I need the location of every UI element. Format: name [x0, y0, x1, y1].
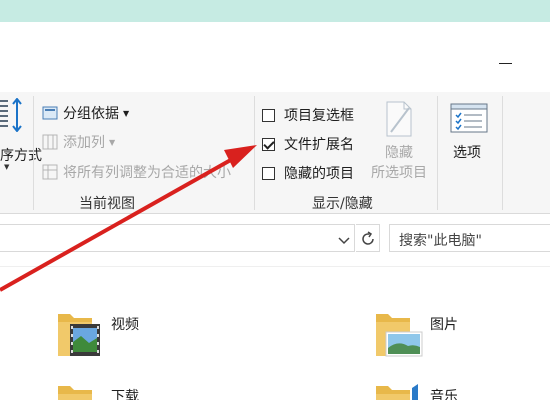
search-placeholder: 搜索"此电脑": [399, 233, 482, 249]
music-folder-icon[interactable]: [374, 380, 424, 400]
show-hide-group-label: 显示/隐藏: [312, 196, 373, 212]
item-checkboxes-toggle[interactable]: 项目复选框: [262, 105, 354, 125]
pictures-folder-icon[interactable]: [374, 308, 424, 358]
sort-by-icon[interactable]: [0, 98, 22, 132]
group-separator: [33, 96, 34, 210]
ribbon-view-tab: 序方式 ▼ 分组依据 ▼ 添加列 ▼ 将所有列调整为合适的大小 当前视图 项目复…: [0, 92, 550, 214]
refresh-icon: [362, 231, 374, 245]
downloads-folder-icon[interactable]: [56, 380, 96, 400]
content-divider: [0, 266, 550, 267]
hide-selected-button[interactable]: 隐藏 所选项目: [368, 143, 430, 183]
hide-selected-label-line1: 隐藏: [385, 145, 413, 161]
add-columns-button[interactable]: 添加列 ▼: [42, 132, 115, 152]
hidden-items-label: 隐藏的项目: [284, 166, 354, 182]
group-by-label: 分组依据: [63, 106, 119, 122]
title-bar-strip: [0, 0, 550, 22]
current-view-group-label: 当前视图: [79, 196, 135, 212]
add-columns-label: 添加列: [63, 135, 105, 151]
item-checkboxes-checkbox[interactable]: [262, 108, 275, 122]
chevron-down-icon: ▼: [109, 137, 116, 147]
chevron-down-icon[interactable]: [338, 234, 350, 246]
group-separator: [502, 96, 503, 210]
hidden-items-checkbox[interactable]: [262, 166, 275, 180]
search-input[interactable]: 搜索"此电脑": [389, 224, 550, 252]
folder-label-music[interactable]: 音乐: [430, 386, 458, 400]
item-checkboxes-label: 项目复选框: [284, 108, 354, 124]
hide-selected-icon: [386, 101, 412, 137]
refresh-button[interactable]: [356, 224, 380, 252]
fit-columns-button[interactable]: 将所有列调整为合适的大小: [42, 162, 231, 182]
folder-label-videos[interactable]: 视频: [111, 314, 139, 334]
hide-selected-label-line2: 所选项目: [371, 165, 427, 181]
chevron-down-icon: ▼: [123, 108, 130, 118]
folder-label-downloads[interactable]: 下载: [111, 386, 139, 400]
minimize-icon[interactable]: [499, 63, 512, 64]
sort-by-label[interactable]: 序方式: [0, 145, 42, 165]
address-bar-row: 搜索"此电脑": [0, 222, 550, 256]
hidden-items-toggle[interactable]: 隐藏的项目: [262, 163, 354, 183]
group-by-icon: [42, 106, 58, 120]
file-extensions-toggle[interactable]: 文件扩展名: [262, 134, 354, 154]
add-columns-icon: [42, 134, 58, 150]
fit-columns-label: 将所有列调整为合适的大小: [63, 165, 231, 181]
file-extensions-checkbox[interactable]: [262, 137, 275, 151]
group-separator: [254, 96, 255, 210]
address-bar[interactable]: [0, 224, 355, 252]
title-bar: [0, 22, 550, 92]
group-by-button[interactable]: 分组依据 ▼: [42, 103, 129, 123]
file-extensions-label: 文件扩展名: [284, 137, 354, 153]
videos-folder-icon[interactable]: [56, 308, 102, 358]
group-separator: [437, 96, 438, 210]
options-button[interactable]: 选项: [453, 143, 481, 163]
options-icon: [450, 103, 488, 133]
chevron-down-icon: ▼: [4, 163, 10, 171]
fit-columns-icon: [42, 164, 58, 180]
folder-label-pictures[interactable]: 图片: [430, 314, 458, 334]
